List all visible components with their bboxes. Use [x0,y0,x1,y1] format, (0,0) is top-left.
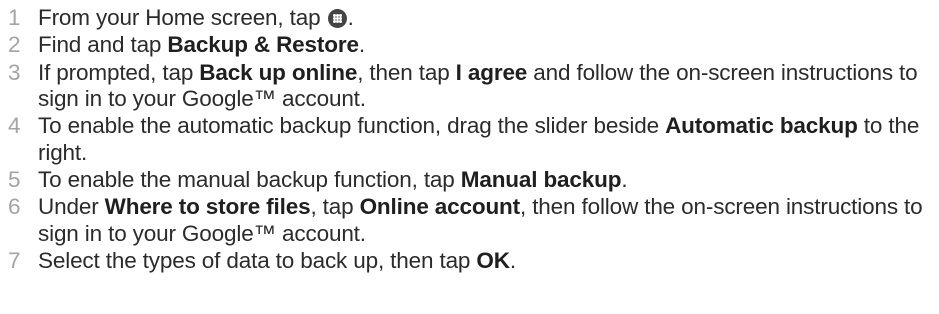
instruction-text: , tap [310,194,360,220]
ui-term: Back up online [199,59,358,85]
instruction-text: . [621,167,628,193]
step-text: Find and tap Backup & Restore. [38,32,365,57]
step-number: 2 [8,32,21,58]
step-text: If prompted, tap Back up online, then ta… [38,60,918,112]
step-item: 3 If prompted, tap Back up online, then t… [8,60,933,113]
step-text: To enable the automatic backup function,… [38,113,919,165]
instruction-steps-list: 1 From your Home screen, tap . 2 Find and t… [8,5,933,276]
step-number: 4 [8,113,21,139]
step-number: 3 [8,59,21,85]
instruction-text: To enable the manual backup function, ta… [38,167,461,193]
ui-term: Automatic backup [665,113,858,139]
step-number: 6 [8,194,21,220]
step-item: 1 From your Home screen, tap . [8,5,933,32]
instruction-text: If prompted, tap [38,59,200,85]
instruction-text: . [509,248,516,274]
ui-term: Backup & Restore [167,32,359,58]
step-number: 7 [8,248,21,274]
step-item: 2 Find and tap Backup & Restore. [8,32,933,59]
ui-term: Online account [359,194,521,220]
step-number: 5 [8,167,21,193]
instruction-text: , then tap [357,59,456,85]
step-item: 6 Under Where to store files, tap Online … [8,194,933,247]
step-number: 1 [8,5,21,30]
instruction-text: Find and tap [38,32,168,58]
ui-term: Where to store files [104,194,311,220]
step-item: 5 To enable the manual backup function, t… [8,167,933,194]
ui-term: Manual backup [460,167,622,193]
instruction-text: To enable the automatic backup function,… [38,113,666,139]
apps-grid-icon [327,9,347,28]
instruction-text: Select the types of data to back up, the… [38,248,477,274]
step-item: 4 To enable the automatic backup function… [8,113,933,166]
step-text: To enable the manual backup function, ta… [38,167,628,193]
step-text: Under Where to store files, tap Online a… [38,194,923,246]
ui-term: OK [476,248,510,274]
instruction-text: Under [38,194,105,220]
step-text: Select the types of data to back up, the… [38,248,516,273]
step-text: From your Home screen, tap . [38,5,354,30]
instruction-text: . [358,32,365,58]
ui-term: I agree [455,59,528,85]
step-item: 7 Select the types of data to back up, th… [8,248,933,275]
instruction-text: . [347,5,354,30]
instruction-text: From your Home screen, tap [38,5,327,30]
